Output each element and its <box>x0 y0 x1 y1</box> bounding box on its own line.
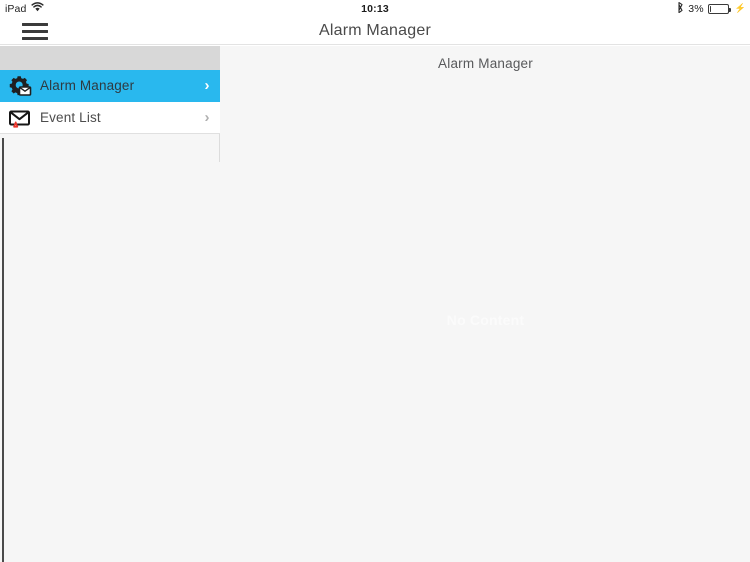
gear-mail-icon <box>0 70 40 102</box>
body-area: Alarm Manager › Event List › Alarm Manag… <box>0 46 750 562</box>
page-title: Alarm Manager <box>319 22 431 39</box>
status-bar: iPad 10:13 3% ⚡ <box>0 0 750 17</box>
charging-icon: ⚡ <box>734 3 746 13</box>
sidebar-item-label: Event List <box>40 110 101 125</box>
battery-percent-label: 3% <box>688 2 704 15</box>
status-bar-center: 10:13 <box>0 0 750 17</box>
sidebar-item-alarm-manager[interactable]: Alarm Manager › <box>0 70 220 102</box>
envelope-alert-icon <box>0 102 40 134</box>
sidebar-header-strip <box>0 46 220 70</box>
ipad-screen: iPad 10:13 3% ⚡ Alarm Manager Alarm Mana… <box>0 0 750 562</box>
empty-state-label: No Content <box>446 312 525 328</box>
left-edge-divider <box>2 138 4 562</box>
sidebar: Alarm Manager › Event List › <box>0 46 220 562</box>
sidebar-empty-space <box>0 162 220 562</box>
clock-time: 10:13 <box>361 2 389 15</box>
content-panel: Alarm Manager No Content <box>221 46 750 562</box>
battery-icon <box>707 3 731 14</box>
content-title: Alarm Manager <box>438 56 533 71</box>
sidebar-item-label: Alarm Manager <box>40 78 135 93</box>
navigation-bar: Alarm Manager <box>0 17 750 45</box>
sidebar-menu-list: Alarm Manager › Event List › <box>0 70 220 134</box>
chevron-right-icon: › <box>204 77 210 94</box>
status-bar-right: 3% ⚡ <box>677 0 746 17</box>
chevron-right-icon: › <box>204 109 210 126</box>
sidebar-item-event-list[interactable]: Event List › <box>0 102 220 134</box>
bluetooth-icon <box>677 1 684 16</box>
